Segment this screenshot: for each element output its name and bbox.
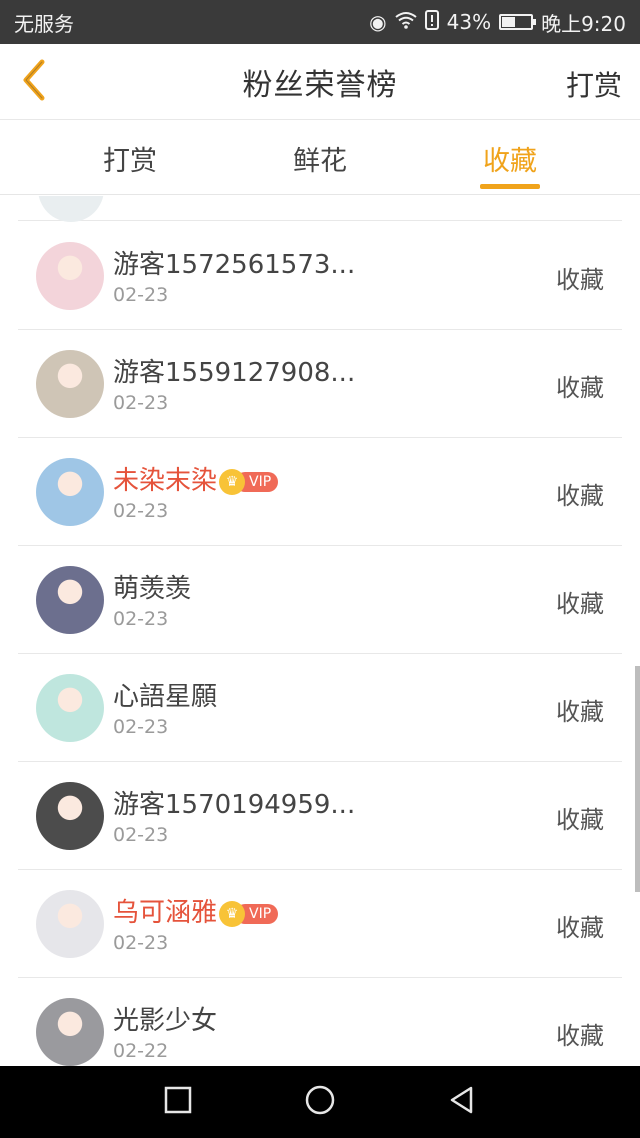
- clock: 晚上9:20: [541, 11, 626, 36]
- circle-icon: [304, 1084, 336, 1120]
- list-item[interactable]: 未染末染 ♛ VIP 02-23 收藏: [18, 438, 622, 546]
- tab-favorites[interactable]: 收藏: [430, 121, 590, 195]
- recent-apps-button[interactable]: [158, 1082, 198, 1122]
- triangle-back-icon: [447, 1085, 477, 1119]
- action-label: 收藏: [556, 1022, 604, 1050]
- eye-icon: ◉: [369, 10, 387, 34]
- user-name: 游客1570194959...: [113, 784, 355, 821]
- scrollbar[interactable]: [635, 666, 640, 892]
- wifi-icon: [395, 10, 417, 34]
- chevron-left-icon: [20, 58, 48, 106]
- action-label: 收藏: [556, 266, 604, 294]
- date-label: 02-23: [113, 608, 169, 630]
- list-item[interactable]: 游客1570194959... 02-23 收藏: [18, 762, 622, 870]
- avatar[interactable]: [36, 458, 104, 526]
- tab-reward[interactable]: 打赏: [50, 121, 210, 195]
- crown-icon: ♛: [219, 468, 246, 495]
- back-button[interactable]: [14, 58, 54, 106]
- action-label: 收藏: [556, 374, 604, 402]
- date-label: 02-23: [113, 284, 169, 306]
- vip-badge: ♛ VIP: [219, 468, 279, 495]
- date-label: 02-23: [113, 500, 169, 522]
- status-icons: ◉ 43% 晚上9:20: [369, 8, 626, 37]
- battery-icon: [499, 14, 537, 30]
- vip-badge: ♛ VIP: [219, 900, 279, 927]
- date-label: 02-22: [113, 1040, 169, 1062]
- battery-percent: 43%: [446, 10, 492, 34]
- avatar[interactable]: [36, 242, 104, 310]
- tab-label: 收藏: [483, 145, 537, 177]
- tab-label: 打赏: [103, 145, 157, 177]
- crown-icon: ♛: [219, 900, 246, 927]
- action-label: 收藏: [556, 806, 604, 834]
- tab-bar: 打赏 鲜花 收藏: [0, 121, 640, 195]
- action-label: 收藏: [556, 698, 604, 726]
- user-name-text: 萌羡羡: [113, 574, 192, 604]
- list-item[interactable]: 游客1559127908... 02-23 收藏: [18, 330, 622, 438]
- date-label: 02-23: [113, 392, 169, 414]
- user-name-text: 乌可涵雅: [113, 898, 218, 928]
- action-label: 收藏: [556, 590, 604, 618]
- avatar[interactable]: [36, 998, 104, 1066]
- date-label: 02-23: [113, 824, 169, 846]
- user-name-text: 游客1572561573...: [113, 250, 356, 280]
- active-tab-indicator: [480, 184, 540, 189]
- tab-label: 鲜花: [293, 145, 347, 177]
- user-name-text: 未染末染: [113, 466, 218, 496]
- avatar[interactable]: [36, 674, 104, 742]
- page-title: 粉丝荣誉榜: [242, 67, 398, 103]
- avatar: [38, 196, 104, 222]
- action-label: 收藏: [556, 914, 604, 942]
- user-name: 未染末染 ♛ VIP: [113, 460, 279, 497]
- user-name-text: 游客1570194959...: [113, 790, 356, 820]
- user-name-text: 光影少女: [113, 1006, 218, 1036]
- date-label: 02-23: [113, 932, 169, 954]
- user-name: 乌可涵雅 ♛ VIP: [113, 892, 279, 929]
- list-item[interactable]: 乌可涵雅 ♛ VIP 02-23 收藏: [18, 870, 622, 978]
- user-name: 游客1559127908...: [113, 352, 355, 389]
- reward-button[interactable]: 打赏: [566, 64, 622, 104]
- user-name: 萌羡羡: [113, 568, 191, 605]
- avatar[interactable]: [36, 890, 104, 958]
- list-item[interactable]: 游客1572561573... 02-23 收藏: [18, 222, 622, 330]
- user-name: 心語星願: [113, 676, 217, 713]
- list-item[interactable]: 光影少女 02-22 收藏: [18, 978, 622, 1066]
- avatar[interactable]: [36, 350, 104, 418]
- user-name: 光影少女: [113, 1000, 217, 1037]
- user-name-text: 游客1559127908...: [113, 358, 356, 388]
- date-label: 02-23: [113, 716, 169, 738]
- alert-sim-icon: [424, 9, 439, 35]
- back-system-button[interactable]: [442, 1082, 482, 1122]
- list-item[interactable]: 心語星願 02-23 收藏: [18, 654, 622, 762]
- system-nav-bar: [0, 1066, 640, 1138]
- user-name: 游客1572561573...: [113, 244, 355, 281]
- home-button[interactable]: [300, 1082, 340, 1122]
- action-label: 收藏: [556, 482, 604, 510]
- user-name-text: 心語星願: [113, 682, 218, 712]
- avatar[interactable]: [36, 782, 104, 850]
- status-bar: 无服务 ◉ 43% 晚上9:20: [0, 0, 640, 44]
- square-icon: [164, 1086, 192, 1118]
- carrier-label: 无服务: [14, 11, 74, 36]
- avatar[interactable]: [36, 566, 104, 634]
- fan-list[interactable]: 游客1572561573... 02-23 收藏 游客1559127908... 02-…: [0, 196, 640, 1066]
- nav-bar: 粉丝荣誉榜 打赏: [0, 44, 640, 120]
- list-item[interactable]: 萌羡羡 02-23 收藏: [18, 546, 622, 654]
- list-item-partial: [18, 196, 622, 222]
- tab-flowers[interactable]: 鲜花: [240, 121, 400, 195]
